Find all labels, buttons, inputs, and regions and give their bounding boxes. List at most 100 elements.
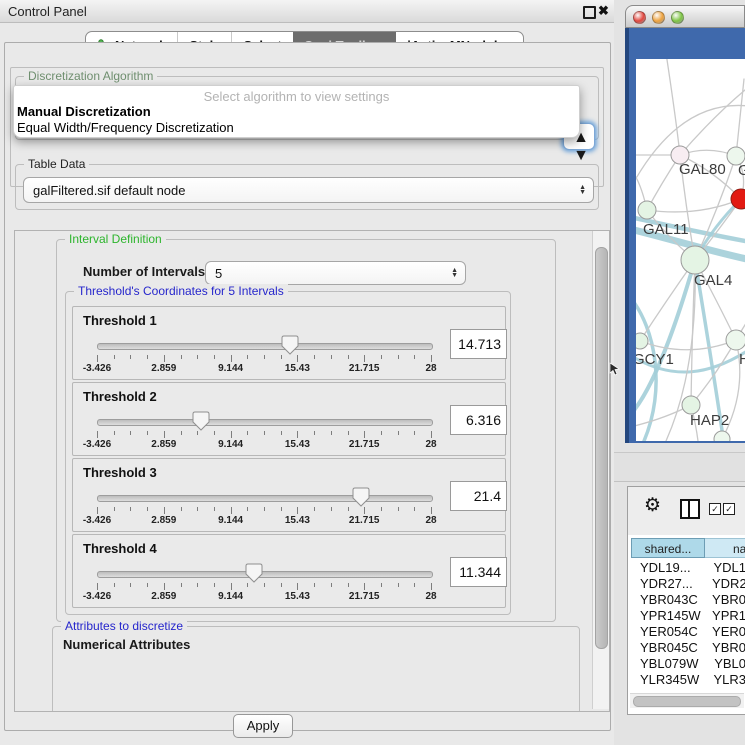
- tick-mark: [381, 431, 382, 435]
- cell-shared-name[interactable]: YBR043C: [631, 592, 712, 608]
- threshold-value-box[interactable]: 14.713: [450, 329, 507, 359]
- cell-name[interactable]: YLR3: [713, 672, 745, 688]
- slider-thumb-icon[interactable]: [245, 563, 263, 583]
- tick-label: 2.859: [151, 591, 176, 602]
- cell-name[interactable]: YDL1: [713, 560, 745, 576]
- number-of-intervals-combobox[interactable]: 5 ▲▼: [205, 261, 466, 285]
- zoom-traffic-light-icon[interactable]: [671, 11, 684, 24]
- threshold-slider[interactable]: -3.4262.8599.14415.4321.71528: [97, 563, 431, 603]
- table-data-combobox[interactable]: galFiltered.sif default node ▲▼: [23, 177, 594, 203]
- scrollbar-thumb[interactable]: [595, 247, 608, 649]
- slider-track[interactable]: [97, 571, 433, 578]
- cell-name[interactable]: YBL0: [714, 656, 745, 672]
- column-header-shared-name[interactable]: shared...: [631, 538, 705, 558]
- popup-option[interactable]: Manual Discretization: [17, 104, 151, 119]
- tick-mark: [231, 431, 232, 438]
- table-row[interactable]: YBL079WYBL0: [631, 656, 745, 672]
- column-split-icon[interactable]: [680, 499, 700, 519]
- table-row[interactable]: YBR043CYBR0: [631, 592, 745, 608]
- slider-thumb-icon[interactable]: [352, 487, 370, 507]
- slider-track[interactable]: [97, 495, 433, 502]
- column-header-name[interactable]: na: [705, 538, 745, 558]
- threshold-panel: Threshold 4 -3.4262.8599.14415.4321.7152…: [72, 534, 506, 608]
- tick-label: 15.43: [285, 591, 310, 602]
- table-row[interactable]: YLR345WYLR3: [631, 672, 745, 688]
- tick-mark: [414, 583, 415, 587]
- slider-thumb-icon[interactable]: [192, 411, 210, 431]
- network-edge-highlighted[interactable]: [636, 297, 656, 441]
- table-row[interactable]: YIL052CYIL0: [631, 688, 745, 690]
- close-icon[interactable]: ✖: [598, 3, 609, 19]
- threshold-slider[interactable]: -3.4262.8599.14415.4321.71528: [97, 335, 431, 375]
- cell-shared-name[interactable]: YBR045C: [631, 640, 712, 656]
- network-edge[interactable]: [680, 81, 745, 155]
- threshold-value-box[interactable]: 21.4: [450, 481, 507, 511]
- tick-mark: [214, 431, 215, 435]
- gear-icon[interactable]: ⚙: [644, 494, 661, 517]
- interval-definition-legend: Interval Definition: [65, 232, 166, 246]
- cell-shared-name[interactable]: YPR145W: [631, 608, 712, 624]
- node-label: GAL11: [643, 221, 689, 238]
- tick-label: 2.859: [151, 439, 176, 450]
- cell-shared-name[interactable]: YLR345W: [631, 672, 713, 688]
- attributes-legend: Attributes to discretize: [61, 619, 187, 633]
- tick-label: 21.715: [349, 591, 380, 602]
- minimize-traffic-light-icon[interactable]: [652, 11, 665, 24]
- popup-option[interactable]: Equal Width/Frequency Discretization: [17, 120, 234, 135]
- tick-mark: [331, 583, 332, 587]
- tick-mark: [197, 583, 198, 587]
- table-row[interactable]: YPR145WYPR1: [631, 608, 745, 624]
- cell-name[interactable]: YPR1: [712, 608, 745, 624]
- checkbox-icon[interactable]: ✓: [709, 503, 721, 515]
- checkbox-icon[interactable]: ✓: [723, 503, 735, 515]
- scrollbar-thumb[interactable]: [633, 696, 741, 707]
- table-row[interactable]: YDL19...YDL1: [631, 560, 745, 576]
- cell-name[interactable]: YBR0: [712, 640, 745, 656]
- cell-shared-name[interactable]: YDL19...: [631, 560, 713, 576]
- network-edge[interactable]: [736, 79, 744, 156]
- float-window-icon[interactable]: [583, 6, 596, 19]
- table-row[interactable]: YER054CYER0: [631, 624, 745, 640]
- threshold-slider[interactable]: -3.4262.8599.14415.4321.71528: [97, 487, 431, 527]
- tick-mark: [398, 507, 399, 511]
- threshold-slider[interactable]: -3.4262.8599.14415.4321.71528: [97, 411, 431, 451]
- table-row[interactable]: YBR045CYBR0: [631, 640, 745, 656]
- node-label: H: [739, 351, 745, 368]
- slider-thumb-icon[interactable]: [281, 335, 299, 355]
- network-edge[interactable]: [640, 260, 695, 341]
- cell-name[interactable]: YER0: [712, 624, 745, 640]
- tick-mark: [130, 507, 131, 511]
- table-row[interactable]: YDR27...YDR2: [631, 576, 745, 592]
- network-edge[interactable]: [647, 155, 680, 210]
- network-edge[interactable]: [666, 59, 680, 155]
- apply-button[interactable]: Apply: [233, 714, 293, 738]
- cell-shared-name[interactable]: YIL052C: [631, 688, 715, 690]
- tick-mark: [348, 355, 349, 359]
- network-edge[interactable]: [647, 199, 741, 212]
- close-traffic-light-icon[interactable]: [633, 11, 646, 24]
- network-node[interactable]: [681, 246, 709, 274]
- network-node[interactable]: [714, 431, 730, 441]
- tick-mark: [398, 431, 399, 435]
- table-header-row: shared... na: [631, 538, 745, 558]
- cell-shared-name[interactable]: YBL079W: [631, 656, 714, 672]
- tick-mark: [264, 507, 265, 511]
- network-node[interactable]: [726, 330, 745, 350]
- threshold-value-box[interactable]: 6.316: [450, 405, 507, 435]
- network-node[interactable]: [636, 333, 648, 349]
- cell-name[interactable]: YDR2: [712, 576, 745, 592]
- threshold-value-box[interactable]: 11.344: [450, 557, 507, 587]
- tick-mark: [147, 583, 148, 587]
- slider-track[interactable]: [97, 343, 433, 350]
- cell-name[interactable]: YBR0: [712, 592, 745, 608]
- cell-name[interactable]: YIL0: [715, 688, 745, 690]
- network-canvas[interactable]: GAL80GACGAL11GAL4GCY1HHAP2: [636, 59, 745, 441]
- tick-mark: [348, 431, 349, 435]
- table-horizontal-scrollbar[interactable]: [630, 693, 744, 708]
- cell-shared-name[interactable]: YER054C: [631, 624, 712, 640]
- tick-mark: [414, 355, 415, 359]
- slider-track[interactable]: [97, 419, 433, 426]
- cell-shared-name[interactable]: YDR27...: [631, 576, 712, 592]
- network-node[interactable]: [638, 201, 656, 219]
- settings-vertical-scrollbar[interactable]: [592, 231, 609, 709]
